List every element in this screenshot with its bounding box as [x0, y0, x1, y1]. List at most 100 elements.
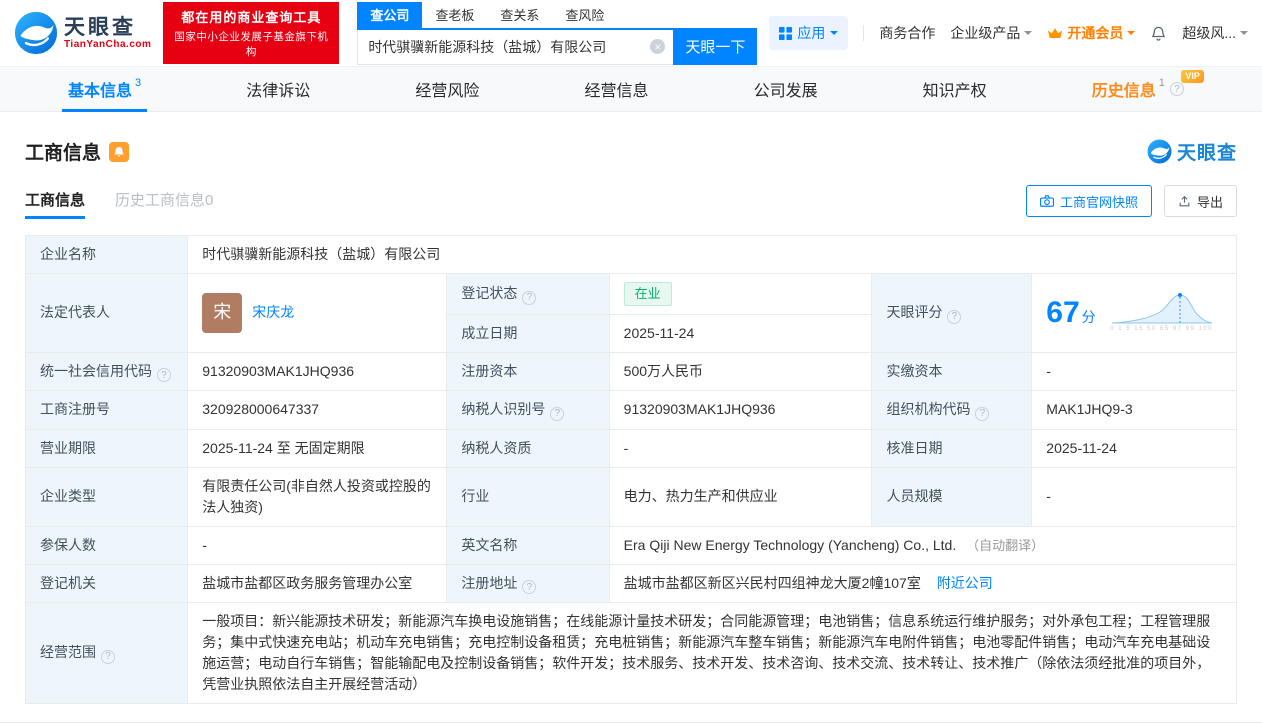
tab-label: 经营信息: [584, 83, 649, 100]
tab-operation-info[interactable]: 经营信息: [578, 67, 654, 111]
top-nav: 应用 商务合作 企业级产品 开通会员 超级风...: [769, 16, 1248, 50]
staff-size-label: 人员规模: [871, 466, 1033, 527]
industry-label: 行业: [446, 466, 610, 527]
enterprise-products-label: 企业级产品: [950, 25, 1021, 41]
english-name-text: Era Qiji New Energy Technology (Yancheng…: [623, 536, 957, 553]
nearby-companies-link[interactable]: 附近公司: [937, 575, 993, 591]
help-icon[interactable]: [157, 368, 171, 382]
tab-operation-risk[interactable]: 经营风险: [409, 67, 485, 111]
tab-label: 法律诉讼: [246, 83, 311, 100]
help-icon[interactable]: [1169, 82, 1184, 96]
table-actions: 工商官网快照 导出: [1025, 185, 1237, 217]
clear-search-icon[interactable]: [650, 39, 666, 54]
org-code-label: 组织机构代码: [871, 390, 1033, 430]
apps-menu-button[interactable]: 应用: [769, 16, 849, 50]
nav-super-risk[interactable]: 超级风...: [1182, 23, 1248, 43]
subtab-row: 工商信息 历史工商信息0 工商官网快照 导出: [0, 185, 1262, 223]
row-insured-count: 参保人数 - 英文名称 Era Qiji New Energy Technolo…: [24, 525, 1238, 565]
tab-legal-proceedings[interactable]: 法律诉讼: [240, 67, 316, 111]
company-name-label: 企业名称: [24, 235, 189, 274]
search-tab-risk[interactable]: 查风险: [552, 2, 617, 28]
tab-basic-info[interactable]: 基本信息 3: [62, 67, 148, 112]
approval-date-value: 2025-11-24: [1031, 428, 1237, 468]
taxpayer-id-label-text: 纳税人识别号: [461, 401, 546, 417]
help-icon[interactable]: [975, 406, 990, 421]
export-icon: [1179, 195, 1190, 206]
monitor-alarm-icon[interactable]: [109, 141, 130, 162]
subtab-business-info[interactable]: 工商信息: [25, 189, 86, 219]
legal-rep-avatar[interactable]: 宋: [202, 292, 243, 333]
establish-date-value: 2025-11-24: [608, 313, 873, 353]
row-business-scope: 经营范围 一般项目：新兴能源技术研发；新能源汽车换电设施销售；在线能源计量技术研…: [24, 602, 1237, 704]
help-icon[interactable]: [947, 309, 962, 324]
apps-grid-icon: [779, 26, 793, 40]
help-icon[interactable]: [101, 649, 115, 664]
legal-rep-label: 法定代表人: [24, 273, 189, 353]
reg-address-label: 注册地址: [446, 563, 610, 603]
section-head: 工商信息 天眼查: [0, 138, 1262, 165]
credit-code-label-text: 统一社会信用代码: [40, 362, 152, 379]
tianyancha-watermark: 天眼查: [1147, 138, 1237, 165]
org-code-value: MAK1JHQ9-3: [1031, 390, 1237, 430]
tianyancha-logo[interactable]: 天眼查 TianYanCha.com: [14, 11, 151, 55]
search-tab-company[interactable]: 查公司: [357, 1, 423, 28]
tab-intellectual-property[interactable]: 知识产权: [917, 67, 993, 111]
official-snapshot-label: 工商官网快照: [1059, 194, 1138, 210]
staff-size-value: -: [1031, 466, 1237, 527]
score-distribution-chart: 0 1 5 15 50 65 97 99 100: [1110, 291, 1214, 334]
search-tab-boss[interactable]: 查老板: [422, 2, 487, 28]
search-area: 查公司 查老板 查关系 查风险 天眼一下: [357, 1, 758, 65]
search-tab-relation[interactable]: 查关系: [487, 2, 552, 28]
reg-authority-value: 盐城市盐都区政务服务管理办公室: [187, 563, 448, 603]
business-scope-label-text: 经营范围: [40, 644, 96, 661]
reg-capital-value: 500万人民币: [608, 351, 873, 391]
legal-rep: 宋 宋庆龙: [202, 292, 432, 333]
row-legal-rep: 法定代表人 宋 宋庆龙 登记状态 在业 天眼评分: [24, 273, 1237, 353]
tab-history-info[interactable]: VIP 历史信息 1: [1086, 67, 1204, 111]
logo-domain: TianYanCha.com: [64, 39, 152, 51]
export-button[interactable]: 导出: [1163, 185, 1237, 217]
caret-down-icon: [830, 31, 839, 39]
help-icon[interactable]: [550, 406, 565, 421]
subtab-history-business-info[interactable]: 历史工商信息0: [115, 189, 213, 219]
tianyancha-logo-icon: [14, 11, 58, 55]
notification-bell-icon[interactable]: [1150, 24, 1167, 42]
row-credit-code: 统一社会信用代码 91320903MAK1JHQ936 注册资本 500万人民币…: [24, 351, 1237, 391]
company-name-value: 时代骐骥新能源科技（盐城）有限公司: [187, 235, 1237, 274]
score-axis-labels: 0 1 5 15 50 65 97 99 100: [1110, 326, 1214, 333]
score-label-text: 天眼评分: [886, 304, 943, 320]
taxpayer-id-label: 纳税人识别号: [446, 390, 610, 430]
legal-rep-name-link[interactable]: 宋庆龙: [252, 302, 294, 323]
status-badge: 在业: [623, 282, 672, 306]
topbar: 天眼查 TianYanCha.com 都在用的商业查询工具 国家中小企业发展子基…: [0, 0, 1262, 66]
help-icon[interactable]: [522, 580, 537, 594]
help-icon[interactable]: [522, 290, 537, 305]
tab-company-development[interactable]: 公司发展: [748, 67, 824, 111]
paid-capital-label: 实缴资本: [871, 351, 1033, 391]
logo-name: 天眼查: [64, 15, 136, 39]
taxpayer-quality-label: 纳税人资质: [446, 428, 610, 468]
taxpayer-id-value: 91320903MAK1JHQ936: [608, 390, 873, 430]
business-scope-value: 一般项目：新兴能源技术研发；新能源汽车换电设施销售；在线能源计量技术研发；合同能…: [187, 602, 1237, 704]
tab-label: 知识产权: [922, 83, 987, 100]
row-reg-number: 工商注册号 320928000647337 纳税人识别号 91320903MAK…: [24, 390, 1237, 430]
nav-business-cooperation[interactable]: 商务合作: [879, 23, 935, 43]
official-snapshot-button[interactable]: 工商官网快照: [1025, 185, 1152, 217]
tab-label: 基本信息: [68, 83, 133, 100]
credit-code-value: 91320903MAK1JHQ936: [187, 351, 448, 391]
search-input[interactable]: [358, 38, 651, 55]
nav-enterprise-products[interactable]: 企业级产品: [950, 23, 1033, 43]
reg-number-label: 工商注册号: [24, 390, 189, 430]
score: 67 分 0 1 5 15 50 65 97 99 100: [1046, 291, 1222, 334]
slogan-line2: 国家中小企业发展子基金旗下机构: [174, 31, 329, 58]
tianyancha-watermark-icon: [1147, 139, 1172, 164]
org-code-label-text: 组织机构代码: [886, 401, 971, 417]
slogan-banner: 都在用的商业查询工具 国家中小企业发展子基金旗下机构: [163, 2, 340, 64]
section-title: 工商信息: [25, 143, 102, 164]
tab-badge: 3: [135, 77, 142, 89]
legal-rep-value: 宋 宋庆龙: [187, 273, 448, 353]
nav-open-vip[interactable]: 开通会员: [1047, 23, 1136, 43]
insured-count-value: -: [187, 525, 448, 565]
caret-down-icon: [1127, 31, 1136, 39]
search-button[interactable]: 天眼一下: [673, 28, 758, 65]
